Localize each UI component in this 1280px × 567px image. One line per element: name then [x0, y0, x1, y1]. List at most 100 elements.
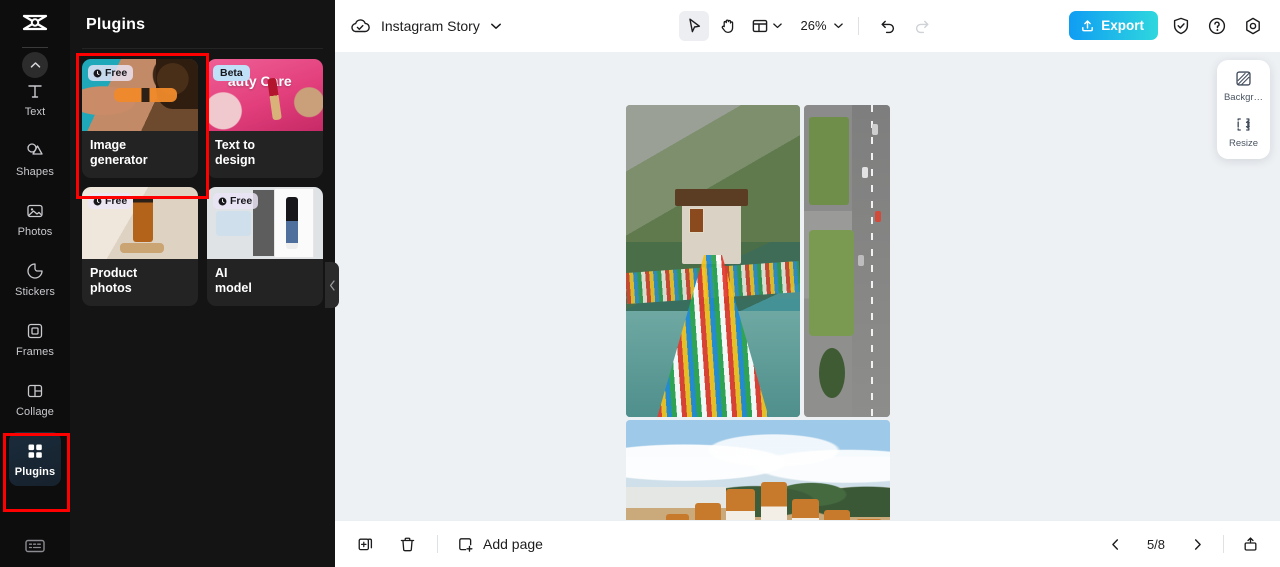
frames-icon: [24, 320, 46, 342]
aerial-street-view-photo[interactable]: [804, 105, 890, 417]
chevron-left-icon: [1111, 538, 1118, 550]
thumb-decor: [133, 195, 154, 242]
photo-content: [626, 420, 890, 520]
zoom-level-value: 26%: [800, 18, 827, 33]
cloud-check-icon: [349, 16, 371, 36]
add-square-icon: [456, 535, 475, 554]
plugins-panel: Plugins Free Image generator auty Care B…: [70, 0, 335, 567]
add-page-button[interactable]: Add page: [456, 535, 543, 554]
sidebar-item-photos[interactable]: Photos: [9, 192, 61, 246]
capcut-logo-icon: [18, 12, 52, 38]
select-tool-button[interactable]: [678, 10, 709, 41]
plugins-grid-icon: [24, 440, 46, 462]
export-button[interactable]: Export: [1069, 11, 1158, 40]
expand-pages-button[interactable]: [1238, 532, 1262, 556]
sidebar-item-shapes[interactable]: Shapes: [9, 132, 61, 186]
badge-label: Beta: [220, 67, 243, 79]
sidebar-item-stickers[interactable]: Stickers: [9, 252, 61, 306]
dochula-chortens-photo[interactable]: [626, 420, 890, 520]
redo-button[interactable]: [907, 11, 937, 41]
cursor-arrow-icon: [688, 18, 700, 32]
clock-icon: [93, 69, 102, 77]
resize-tool-label: Resize: [1228, 138, 1259, 149]
sidebar-item-label: Collage: [15, 406, 54, 418]
photo-decor: [875, 211, 882, 223]
photo-decor: [809, 117, 849, 205]
rail-divider: [22, 47, 48, 48]
delete-page-button[interactable]: [395, 532, 419, 556]
text-icon: [24, 80, 46, 102]
badge-label: Free: [105, 195, 128, 207]
sidebar-item-label: Frames: [16, 346, 54, 358]
top-right-group: Export: [1069, 11, 1266, 40]
status-badge-free: Free: [88, 65, 134, 81]
chevron-down-icon[interactable]: [490, 22, 502, 30]
plugin-card-title: Text to design: [207, 131, 323, 178]
photo-decor: [694, 502, 722, 520]
resize-tool-button[interactable]: Resize: [1217, 115, 1270, 149]
next-page-button[interactable]: [1185, 532, 1209, 556]
plugin-card-title: Product photos: [82, 259, 198, 306]
bottom-toolbar: Add page 5/8: [335, 520, 1280, 567]
panel-collapse-handle[interactable]: [325, 262, 339, 308]
upload-icon: [1080, 18, 1095, 33]
badge-label: Free: [230, 195, 253, 207]
sidebar-item-label: Shapes: [16, 166, 54, 178]
duplicate-page-button[interactable]: [353, 532, 377, 556]
prev-page-button[interactable]: [1103, 532, 1127, 556]
plugin-card-image-generator[interactable]: Free Image generator: [82, 59, 198, 178]
photo-decor: [871, 123, 878, 135]
sidebar-item-frames[interactable]: Frames: [9, 312, 61, 366]
photo-content: [804, 105, 890, 417]
plugin-card-ai-model[interactable]: Free AI model: [207, 187, 323, 306]
bottom-right-group: 5/8: [1103, 532, 1262, 556]
chevron-left-icon: [329, 279, 335, 291]
page-navigator: 5/8: [1103, 532, 1209, 556]
thumb-decor: [120, 243, 165, 253]
main-area: Instagram Story 26% Export Backgr… Resiz…: [335, 0, 1280, 567]
sidebar-item-text[interactable]: Text: [9, 72, 61, 126]
photo-decor: [870, 105, 873, 417]
canvas-viewport[interactable]: Backgr… Resize: [335, 52, 1280, 520]
photo-decor: [858, 254, 865, 266]
status-badge-beta: Beta: [213, 65, 250, 81]
artboard[interactable]: [626, 52, 891, 520]
stickers-icon: [24, 260, 46, 282]
zoom-control[interactable]: 26%: [800, 18, 843, 33]
plugin-title-line1: Product: [90, 266, 138, 280]
gear-hex-icon[interactable]: [1240, 13, 1266, 39]
rail-collapse-button[interactable]: [22, 52, 48, 78]
sidebar-item-label: Photos: [17, 226, 53, 238]
plugin-title-line1: Text to: [215, 138, 256, 152]
document-title: Instagram Story: [381, 17, 480, 34]
status-badge-free: Free: [213, 193, 259, 209]
badge-label: Free: [105, 67, 128, 79]
sidebar-item-plugins[interactable]: Plugins: [9, 432, 61, 486]
plugin-title-line1: AI: [215, 266, 228, 280]
keyboard-shortcuts-button[interactable]: [0, 537, 70, 555]
sidebar-item-collage[interactable]: Collage: [9, 372, 61, 426]
top-toolbar: Instagram Story 26% Export: [335, 0, 1280, 52]
page-indicator: 5/8: [1146, 536, 1166, 552]
layout-button[interactable]: [746, 11, 786, 41]
plugin-card-title: AI model: [207, 259, 323, 306]
undo-button[interactable]: [873, 11, 903, 41]
background-tool-button[interactable]: Backgr…: [1217, 69, 1270, 103]
photo-decor: [726, 488, 756, 520]
background-tool-label: Backgr…: [1223, 92, 1264, 103]
plugin-title-line1: Image: [90, 138, 127, 152]
clock-icon: [218, 197, 227, 205]
plugin-card-product-photos[interactable]: Free Product photos: [82, 187, 198, 306]
background-fill-icon: [1234, 69, 1253, 88]
hand-tool-button[interactable]: [712, 11, 742, 41]
bhutan-suspension-bridge-photo[interactable]: [626, 105, 800, 417]
photo-decor: [792, 499, 819, 520]
plugin-card-text-to-design[interactable]: auty Care Beta Text to design: [207, 59, 323, 178]
chevron-right-icon: [1194, 538, 1201, 550]
app-root: Text Shapes Photos Stickers Frames Colla…: [0, 0, 1280, 567]
collage-icon: [24, 380, 46, 402]
question-circle-icon[interactable]: [1204, 13, 1230, 39]
shield-check-icon[interactable]: [1168, 13, 1194, 39]
panel-title: Plugins: [86, 16, 146, 33]
document-title-group[interactable]: Instagram Story: [349, 16, 502, 36]
